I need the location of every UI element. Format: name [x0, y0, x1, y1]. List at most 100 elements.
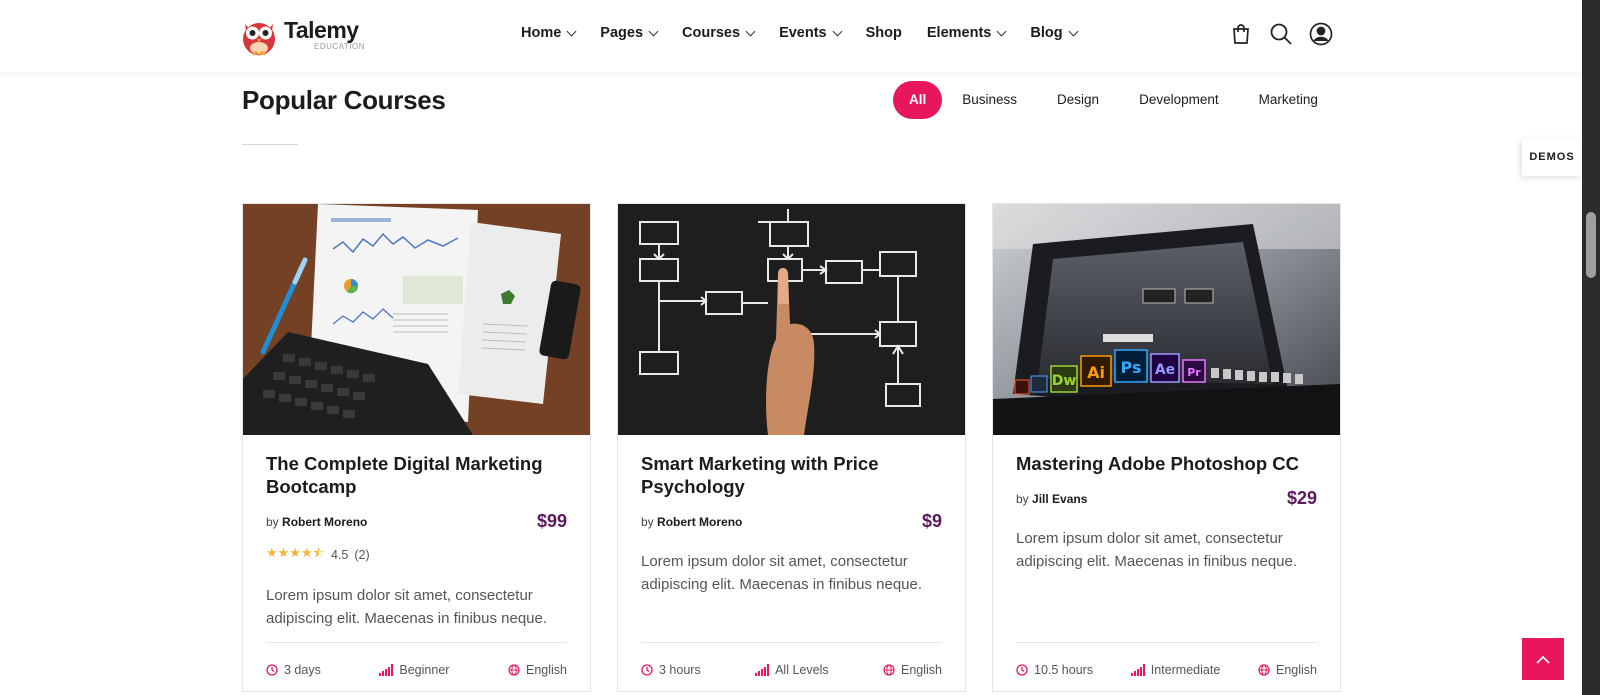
level-bars-icon [755, 663, 770, 676]
user-icon[interactable] [1309, 22, 1333, 46]
course-duration: 3 hours [641, 663, 701, 677]
course-duration: 3 days [266, 663, 321, 677]
course-card[interactable]: Smart Marketing with Price Psychology by… [617, 203, 966, 692]
nav-item-label: Blog [1030, 25, 1063, 41]
filter-tab-design[interactable]: Design [1037, 81, 1119, 119]
chevron-down-icon [996, 26, 1007, 36]
language-text: English [900, 662, 942, 677]
filter-tab-all[interactable]: All [893, 81, 943, 119]
course-card-footer: 10.5 hours Intermediate English [1016, 642, 1317, 692]
chevron-down-icon [1068, 26, 1079, 36]
author-prefix: by [641, 514, 654, 529]
level-bars-icon [379, 663, 394, 676]
nav-item-events[interactable]: Events [779, 25, 843, 41]
course-description: Lorem ipsum dolor sit amet, consectetur … [1016, 530, 1298, 570]
globe-icon [1258, 663, 1270, 676]
svg-text:Ps: Ps [1121, 358, 1142, 377]
search-icon[interactable] [1269, 22, 1293, 46]
section-title: Popular Courses [242, 85, 446, 115]
nav-item-courses[interactable]: Courses [682, 25, 756, 41]
course-author: by Robert Moreno [266, 515, 367, 529]
course-price: $9 [921, 511, 942, 531]
duration-text: 10.5 hours [1034, 662, 1094, 677]
brand-name: Talemy [284, 17, 359, 43]
chevron-up-icon [1536, 655, 1550, 664]
nav-item-label: Home [521, 25, 562, 41]
filter-tab-marketing[interactable]: Marketing [1239, 81, 1338, 119]
demos-button[interactable]: DEMOS [1522, 138, 1582, 176]
course-card-footer: 3 hours All Levels English [641, 642, 942, 692]
globe-icon [508, 663, 520, 676]
language-text: English [525, 662, 567, 677]
course-price: $99 [536, 511, 567, 531]
nav-item-elements[interactable]: Elements [926, 25, 1007, 41]
title-divider [242, 144, 298, 145]
course-title[interactable]: The Complete Digital Marketing Bootcamp [266, 452, 567, 498]
nav-item-home[interactable]: Home [521, 25, 577, 41]
nav-item-label: Events [779, 25, 827, 41]
course-card-footer: 3 days Beginner English [266, 642, 567, 692]
clock-icon [1016, 663, 1028, 676]
nav-item-label: Courses [682, 25, 741, 41]
chevron-down-icon [566, 26, 577, 36]
page-scrollbar[interactable] [1582, 0, 1600, 695]
author-name[interactable]: Jill Evans [1032, 492, 1087, 506]
chevron-down-icon [648, 26, 659, 36]
nav-item-pages[interactable]: Pages [600, 25, 659, 41]
svg-text:Pr: Pr [1187, 366, 1201, 379]
course-filter-tabs: All Business Design Development Marketin… [893, 81, 1338, 119]
header-actions [1229, 22, 1349, 46]
back-to-top-button[interactable] [1522, 638, 1564, 680]
level-bars-icon [1130, 663, 1145, 676]
course-description: Lorem ipsum dolor sit amet, consectetur … [266, 587, 548, 627]
course-level: Beginner [379, 663, 449, 677]
filter-tab-development[interactable]: Development [1119, 81, 1239, 119]
course-level: Intermediate [1130, 662, 1221, 677]
svg-text:Ae: Ae [1155, 362, 1175, 378]
main-nav: Home Pages Courses Events Shop Elements … [521, 25, 1102, 41]
author-prefix: by [266, 514, 279, 529]
cart-icon[interactable] [1229, 22, 1253, 46]
filter-tab-business[interactable]: Business [942, 81, 1037, 119]
brand-subtitle: EDUCATION [314, 42, 366, 51]
course-card-body: Smart Marketing with Price Psychology by… [641, 452, 942, 596]
course-duration: 10.5 hours [1016, 663, 1093, 677]
course-rating: ★★★★⯪ 4.5 (2) [266, 544, 567, 566]
course-card[interactable]: The Complete Digital Marketing Bootcamp … [242, 203, 591, 692]
course-author: by Robert Moreno [641, 515, 742, 529]
nav-item-label: Shop [865, 25, 902, 41]
duration-text: 3 days [284, 662, 321, 677]
course-level: All Levels [755, 663, 829, 677]
course-price: $29 [1286, 488, 1317, 508]
nav-item-blog[interactable]: Blog [1030, 25, 1079, 41]
rating-stars-icon: ★★★★⯪ [266, 545, 325, 560]
course-image-marketing-report [243, 204, 590, 435]
course-title[interactable]: Smart Marketing with Price Psychology [641, 452, 942, 498]
course-image-photoshop-laptop: Dw Ai Ps Ae Pr [993, 204, 1340, 435]
course-card-body: Mastering Adobe Photoshop CC by Jill Eva… [1016, 452, 1317, 573]
course-card-body: The Complete Digital Marketing Bootcamp … [266, 452, 567, 630]
language-text: English [1276, 662, 1317, 677]
chevron-down-icon [745, 26, 756, 36]
author-name[interactable]: Robert Moreno [657, 515, 742, 529]
clock-icon [266, 663, 278, 676]
level-text: Intermediate [1150, 662, 1221, 677]
owl-logo-icon [243, 23, 275, 56]
level-text: All Levels [775, 662, 829, 677]
author-name[interactable]: Robert Moreno [282, 515, 367, 529]
course-language: English [508, 663, 567, 677]
author-prefix: by [1016, 491, 1029, 506]
course-image-flowchart [618, 204, 965, 435]
course-language: English [1258, 663, 1317, 677]
nav-item-shop[interactable]: Shop [866, 25, 902, 41]
nav-item-label: Elements [926, 25, 992, 41]
scrollbar-thumb[interactable] [1586, 212, 1596, 278]
course-card[interactable]: Dw Ai Ps Ae Pr Mastering Adobe Photoshop… [992, 203, 1341, 692]
chevron-down-icon [832, 26, 843, 36]
duration-text: 3 hours [659, 662, 701, 677]
globe-icon [883, 663, 895, 676]
logo[interactable]: Talemy EDUCATION [240, 14, 365, 56]
site-header: Talemy EDUCATION Home Pages Courses Even… [0, 0, 1582, 72]
clock-icon [641, 663, 653, 676]
course-title[interactable]: Mastering Adobe Photoshop CC [1016, 452, 1317, 475]
